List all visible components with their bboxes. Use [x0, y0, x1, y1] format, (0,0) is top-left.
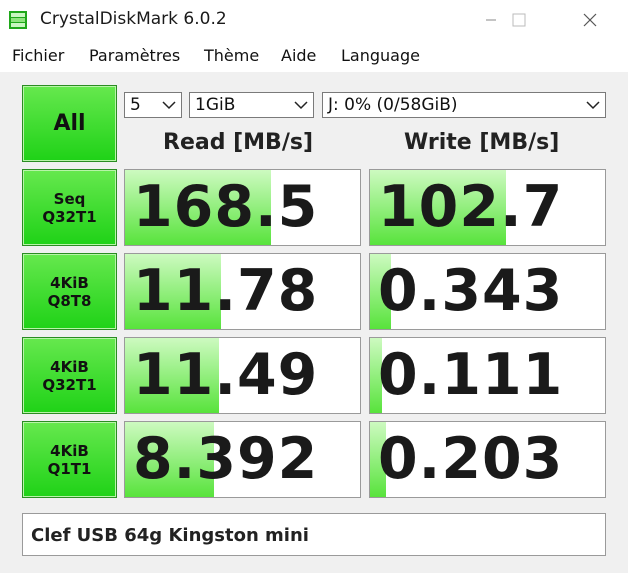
test-label-line2: Q32T1 — [42, 207, 97, 226]
menu-bar: Fichier Paramètres Thème Aide Language — [0, 40, 628, 72]
read-result-cell: 11.78 — [124, 253, 361, 330]
app-icon — [9, 11, 27, 29]
menu-aide[interactable]: Aide — [281, 46, 316, 65]
read-value: 11.49 — [133, 342, 319, 408]
size-select[interactable]: 1GiB — [189, 92, 314, 118]
test-4kib-q32t1-button[interactable]: 4KiB Q32T1 — [22, 337, 117, 414]
test-4kib-q1t1-button[interactable]: 4KiB Q1T1 — [22, 421, 117, 498]
comment-text: Clef USB 64g Kingston mini — [31, 525, 309, 546]
window-title: CrystalDiskMark 6.0.2 — [40, 9, 227, 29]
write-result-cell: 0.111 — [369, 337, 606, 414]
read-result-cell: 11.49 — [124, 337, 361, 414]
write-result-cell: 0.343 — [369, 253, 606, 330]
maximize-icon — [512, 13, 526, 27]
count-select[interactable]: 5 — [124, 92, 182, 118]
read-value: 168.5 — [133, 174, 319, 240]
read-value: 8.392 — [133, 426, 319, 492]
read-result-cell: 168.5 — [124, 169, 361, 246]
write-value: 0.343 — [378, 258, 564, 324]
write-value: 0.203 — [378, 426, 564, 492]
maximize-button[interactable] — [496, 0, 542, 40]
test-label-line1: 4KiB — [50, 357, 89, 376]
app-window: CrystalDiskMark 6.0.2 Fichier Paramètres… — [0, 0, 628, 573]
menu-language[interactable]: Language — [341, 46, 420, 65]
test-4kib-q8t8-button[interactable]: 4KiB Q8T8 — [22, 253, 117, 330]
comment-field[interactable]: Clef USB 64g Kingston mini — [22, 513, 606, 556]
read-header: Read [MB/s] — [163, 130, 314, 155]
write-value: 0.111 — [378, 342, 564, 408]
write-result-cell: 0.203 — [369, 421, 606, 498]
chevron-down-icon — [294, 101, 308, 110]
write-header: Write [MB/s] — [404, 130, 560, 155]
write-result-cell: 102.7 — [369, 169, 606, 246]
test-label-line1: 4KiB — [50, 441, 89, 460]
test-label-line2: Q1T1 — [47, 459, 92, 478]
menu-parametres[interactable]: Paramètres — [89, 46, 180, 65]
test-label-line2: Q32T1 — [42, 375, 97, 394]
close-icon — [583, 13, 597, 27]
all-button[interactable]: All — [22, 85, 117, 162]
test-label-line2: Q8T8 — [47, 291, 92, 310]
write-value: 102.7 — [378, 174, 564, 240]
read-value: 11.78 — [133, 258, 319, 324]
drive-value: J: 0% (0/58GiB) — [328, 95, 458, 115]
read-result-cell: 8.392 — [124, 421, 361, 498]
test-label-line1: Seq — [53, 189, 86, 208]
chevron-down-icon — [586, 101, 600, 110]
chevron-down-icon — [162, 101, 176, 110]
test-label-line1: 4KiB — [50, 273, 89, 292]
size-value: 1GiB — [195, 95, 236, 115]
drive-select[interactable]: J: 0% (0/58GiB) — [322, 92, 606, 118]
count-value: 5 — [130, 95, 141, 115]
test-seq-q32t1-button[interactable]: Seq Q32T1 — [22, 169, 117, 246]
close-button[interactable] — [567, 0, 613, 40]
menu-theme[interactable]: Thème — [204, 46, 259, 65]
title-bar[interactable]: CrystalDiskMark 6.0.2 — [0, 0, 628, 40]
menu-fichier[interactable]: Fichier — [12, 46, 64, 65]
